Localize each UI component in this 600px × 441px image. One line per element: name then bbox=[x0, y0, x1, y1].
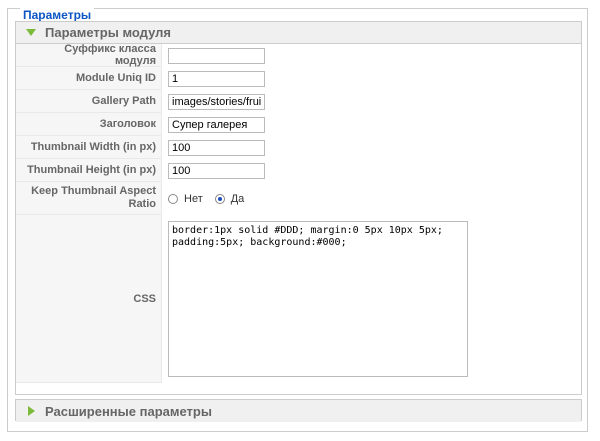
collapsed-arrow-icon bbox=[23, 406, 39, 416]
parameters-fieldset: Параметры Параметры модуля Суффикс класс… bbox=[7, 8, 588, 432]
advanced-parameters-title: Расширенные параметры bbox=[45, 403, 212, 419]
fieldset-legend: Параметры bbox=[20, 8, 95, 22]
gallery-path-input[interactable] bbox=[168, 93, 265, 110]
field-label-gallery-path: Gallery Path bbox=[16, 90, 162, 113]
field-label-module-uniq-id: Module Uniq ID bbox=[16, 67, 162, 90]
field-label-class-suffix: Суффикс класса модуля bbox=[16, 43, 162, 67]
field-label-title: Заголовок bbox=[16, 113, 162, 136]
module-parameters-title: Параметры модуля bbox=[45, 25, 171, 40]
aspect-no-label[interactable]: Нет bbox=[184, 193, 203, 205]
module-parameters-header[interactable]: Параметры модуля bbox=[16, 22, 581, 44]
css-textarea[interactable]: border:1px solid #DDD; margin:0 5px 10px… bbox=[168, 221, 468, 377]
class-suffix-input[interactable] bbox=[168, 47, 265, 64]
field-label-thumbnail-width: Thumbnail Width (in px) bbox=[16, 136, 162, 159]
aspect-yes-radio[interactable] bbox=[214, 193, 225, 204]
module-uniq-id-input[interactable] bbox=[168, 70, 265, 87]
title-input[interactable] bbox=[168, 116, 265, 133]
parameters-form: Суффикс класса модуля Module Uniq ID Gal… bbox=[16, 43, 581, 383]
expand-arrow-icon bbox=[23, 29, 39, 36]
thumbnail-height-input[interactable] bbox=[168, 162, 265, 179]
advanced-parameters-header[interactable]: Расширенные параметры bbox=[16, 400, 581, 422]
advanced-parameters-panel: Расширенные параметры bbox=[15, 399, 582, 422]
field-label-keep-aspect-ratio: Keep Thumbnail Aspect Ratio bbox=[16, 182, 162, 215]
aspect-yes-label[interactable]: Да bbox=[231, 193, 245, 205]
field-label-css: CSS bbox=[16, 215, 162, 383]
module-parameters-panel: Параметры модуля Суффикс класса модуля M… bbox=[15, 21, 582, 395]
aspect-no-radio[interactable] bbox=[168, 193, 178, 204]
field-label-thumbnail-height: Thumbnail Height (in px) bbox=[16, 159, 162, 182]
thumbnail-width-input[interactable] bbox=[168, 139, 265, 156]
